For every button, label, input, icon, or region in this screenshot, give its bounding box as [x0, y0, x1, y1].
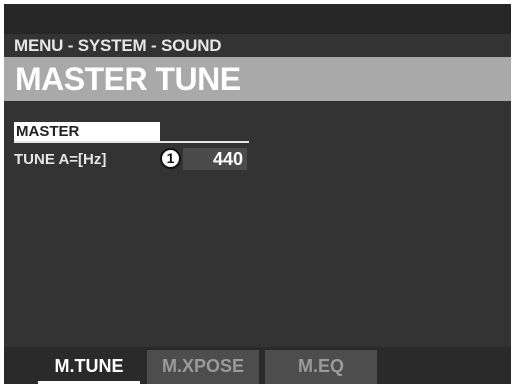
lcd-screen: MENU - SYSTEM - SOUND MASTER TUNE MASTER…	[4, 4, 511, 384]
tab-m-eq[interactable]: M.EQ	[265, 350, 377, 384]
tab-bar: M.TUNE M.XPOSE M.EQ	[4, 347, 511, 384]
section-divider	[14, 141, 249, 143]
breadcrumb: MENU - SYSTEM - SOUND	[14, 36, 222, 55]
tune-value-field[interactable]: 440	[183, 148, 247, 170]
tab-m-tune[interactable]: M.TUNE	[38, 350, 140, 384]
tab-m-xpose[interactable]: M.XPOSE	[147, 350, 259, 384]
top-strip	[4, 4, 511, 34]
section-label-master: MASTER	[14, 122, 160, 141]
page-title: MASTER TUNE	[15, 61, 241, 97]
tune-parameter-label: TUNE A=[Hz]	[14, 151, 107, 168]
callout-number-badge: 1	[160, 148, 181, 169]
title-bar: MASTER TUNE	[4, 57, 511, 101]
